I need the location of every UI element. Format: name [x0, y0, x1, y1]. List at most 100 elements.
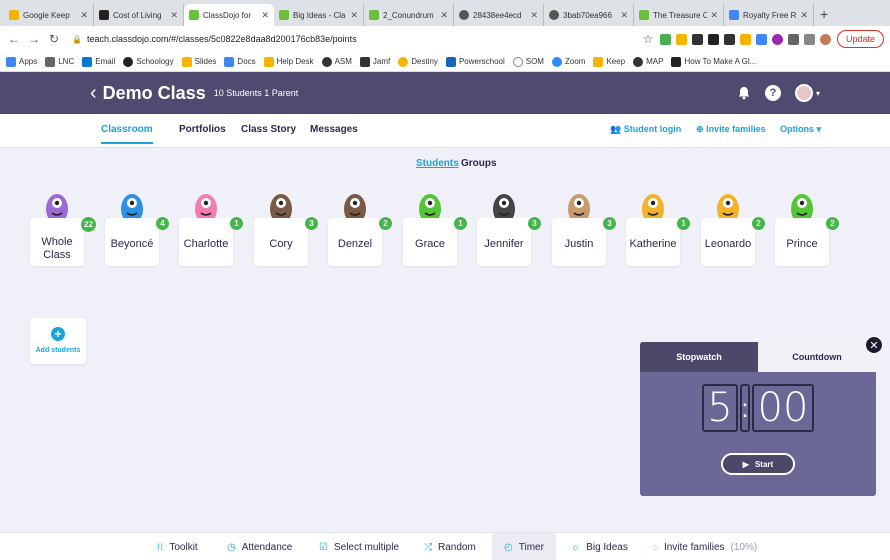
browser-tab[interactable]: Royalty Free R ✕ — [724, 4, 814, 26]
segment-students[interactable]: Students — [416, 158, 459, 169]
extension-icon[interactable] — [691, 33, 703, 45]
browser-tab[interactable]: 28438ee4ecd ✕ — [454, 4, 544, 26]
close-icon[interactable]: ✕ — [710, 10, 718, 21]
som-icon — [512, 56, 523, 67]
bell-icon[interactable] — [737, 86, 751, 100]
reading-list-icon[interactable] — [803, 33, 815, 45]
close-icon[interactable]: ✕ — [261, 10, 269, 21]
profile-icon[interactable] — [819, 33, 831, 45]
student-card[interactable]: Denzel — [328, 218, 382, 266]
student-card[interactable]: Prince — [775, 218, 829, 266]
account-menu[interactable]: ▾ — [794, 84, 820, 102]
bookmark[interactable]: SOM — [512, 56, 544, 67]
points-badge: 3 — [527, 216, 542, 231]
toolkit-button[interactable]: ⁝⁝ Toolkit — [157, 533, 198, 560]
student-card[interactable]: Charlotte — [179, 218, 233, 266]
browser-tab-active[interactable]: ClassDojo for ✕ — [184, 4, 274, 26]
browser-tab[interactable]: 2_Conundrum ✕ — [364, 4, 454, 26]
close-icon[interactable]: ✕ — [80, 10, 88, 21]
random-button[interactable]: ⤮ Random — [424, 533, 476, 560]
bookmark[interactable]: LNC — [45, 56, 74, 67]
points-badge: 1 — [229, 216, 244, 231]
help-icon[interactable]: ? — [764, 85, 781, 101]
student-card[interactable]: Katherine — [626, 218, 680, 266]
tab-stopwatch[interactable]: Stopwatch — [640, 342, 758, 372]
segment-groups[interactable]: Groups — [461, 158, 497, 169]
tab-classroom[interactable]: Classroom — [101, 124, 153, 144]
bookmark[interactable]: Keep — [593, 56, 625, 67]
extension-icon[interactable] — [723, 33, 735, 45]
lightbulb-icon: ☼ — [571, 541, 581, 553]
seconds-display[interactable]: 00 — [752, 384, 814, 432]
back-chevron-icon[interactable]: ‹ — [90, 82, 97, 105]
new-tab-icon[interactable]: + — [820, 6, 828, 22]
class-title[interactable]: Demo Class — [103, 83, 206, 104]
student-login-link[interactable]: 👥 Student login — [610, 124, 681, 135]
tab-portfolios[interactable]: Portfolios — [179, 124, 226, 135]
extension-icon[interactable] — [755, 33, 767, 45]
bookmark[interactable]: Zoom — [551, 56, 585, 67]
url-field[interactable]: 🔒 teach.classdojo.com/#/classes/5c0822e8… — [66, 29, 640, 49]
big-ideas-button[interactable]: ☼ Big Ideas — [571, 533, 628, 560]
bookmark[interactable]: Docs — [224, 56, 256, 67]
student-card[interactable]: Justin — [552, 218, 606, 266]
select-multiple-button[interactable]: ☑ Select multiple — [319, 533, 399, 560]
close-icon[interactable]: ✕ — [530, 10, 538, 21]
bookmark[interactable]: Powerschool — [445, 56, 505, 67]
chevron-down-icon: ▾ — [816, 124, 822, 134]
drive-icon[interactable] — [675, 33, 687, 45]
update-button[interactable]: Update — [836, 30, 884, 48]
whole-class-card[interactable]: Whole Class — [30, 218, 84, 266]
student-name: Beyoncé — [110, 238, 154, 250]
close-icon[interactable]: ✕ — [800, 10, 808, 21]
bookmark[interactable]: Destiny — [398, 56, 438, 67]
bookmark-apps[interactable]: Apps — [6, 56, 37, 67]
bookmark[interactable]: Help Desk — [263, 56, 314, 67]
browser-tab[interactable]: Cost of Living ✕ — [94, 4, 184, 26]
student-card[interactable]: Cory — [254, 218, 308, 266]
extension-icon[interactable] — [739, 33, 751, 45]
bookmark[interactable]: MAP — [633, 56, 663, 67]
student-card[interactable]: Jennifer — [477, 218, 531, 266]
add-students-button[interactable]: + Add students — [30, 318, 86, 364]
close-timer-icon[interactable]: ✕ — [865, 336, 883, 354]
bookmark[interactable]: ASM — [321, 56, 352, 67]
puzzle-icon[interactable] — [787, 33, 799, 45]
timer-button[interactable]: ◴ Timer — [492, 533, 556, 560]
start-button[interactable]: ▶ Start — [721, 453, 795, 475]
bookmark[interactable]: Jamf — [359, 56, 390, 67]
invite-families-link[interactable]: ⊕ Invite families — [696, 124, 766, 135]
browser-tab[interactable]: Google Keep ✕ — [4, 4, 94, 26]
browser-tab[interactable]: Big Ideas - Cla ✕ — [274, 4, 364, 26]
tab-class-story[interactable]: Class Story — [241, 124, 296, 135]
extension-icon[interactable] — [771, 33, 783, 45]
close-icon[interactable]: ✕ — [170, 10, 178, 21]
extension-icon[interactable] — [707, 33, 719, 45]
tab-messages[interactable]: Messages — [310, 124, 358, 135]
bookmark[interactable]: How To Make A Gl... — [671, 56, 756, 67]
star-icon[interactable]: ☆ — [640, 32, 656, 46]
bookmark[interactable]: Slides — [181, 56, 216, 67]
close-icon[interactable]: ✕ — [350, 10, 358, 21]
browser-tab[interactable]: 3bab70ea966 ✕ — [544, 4, 634, 26]
forward-arrow-icon[interactable]: → — [26, 32, 42, 46]
student-card[interactable]: Grace — [403, 218, 457, 266]
extension-icon[interactable] — [659, 33, 671, 45]
student-card[interactable]: Beyoncé — [105, 218, 159, 266]
minutes-display[interactable]: 5 — [702, 384, 738, 432]
close-icon[interactable]: ✕ — [620, 10, 628, 21]
options-menu[interactable]: Options ▾ — [780, 124, 821, 135]
bottom-toolbar: ⁝⁝ Toolkit ◷ Attendance ☑ Select multiple ⤮… — [0, 532, 890, 560]
browser-tab[interactable]: The Treasure C ✕ — [634, 4, 724, 26]
tab-countdown[interactable]: Countdown — [758, 342, 876, 372]
bookmark[interactable]: Email — [82, 56, 115, 67]
attendance-button[interactable]: ◷ Attendance — [227, 533, 292, 560]
close-icon[interactable]: ✕ — [440, 10, 448, 21]
student-name: Justin — [564, 238, 594, 250]
student-name: Grace — [415, 238, 445, 250]
student-card[interactable]: Leonardo — [701, 218, 755, 266]
back-arrow-icon[interactable]: ← — [6, 32, 22, 46]
invite-families-button[interactable]: ◌ Invite families (10%) — [652, 533, 757, 560]
reload-icon[interactable]: ↻ — [46, 32, 62, 46]
bookmark[interactable]: Schoology — [123, 56, 174, 67]
